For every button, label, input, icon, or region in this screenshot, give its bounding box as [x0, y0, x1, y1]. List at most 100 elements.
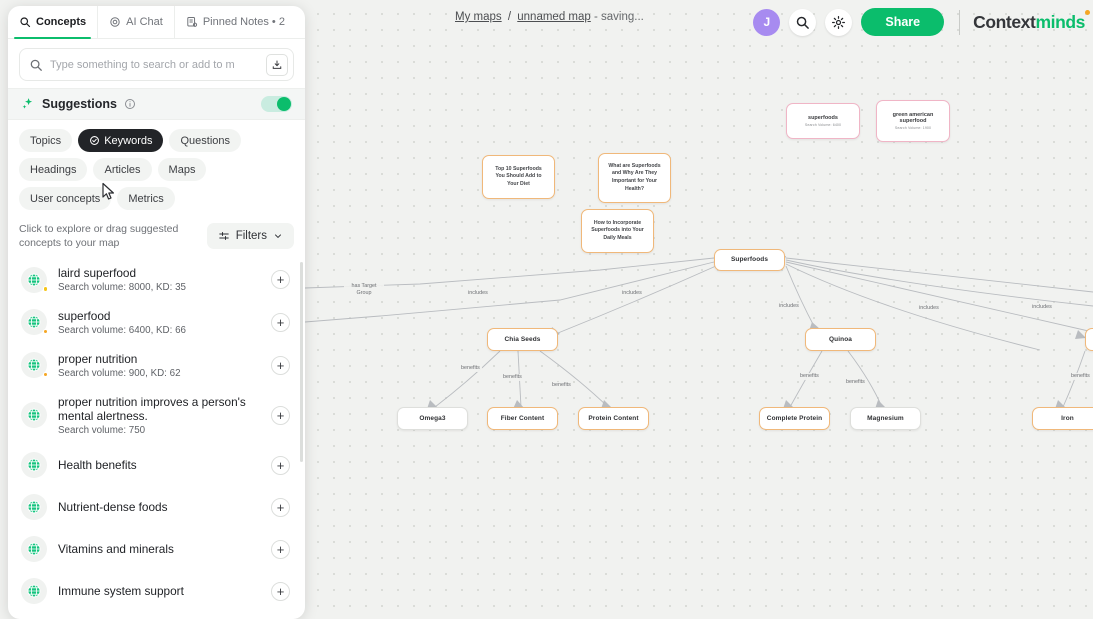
chip-label: Articles	[104, 163, 141, 176]
concept-icon-wrap	[21, 402, 47, 429]
map-node[interactable]: Iron	[1032, 407, 1093, 430]
search-button[interactable]	[789, 8, 817, 36]
concept-list-scrollbar[interactable]	[300, 262, 303, 463]
concept-name: Health benefits	[58, 457, 137, 472]
concept-list-item[interactable]: proper nutrition improves a person's men…	[8, 387, 303, 444]
map-node-label: Iron	[1061, 414, 1074, 422]
globe-icon	[21, 578, 47, 605]
map-node-label: Protein Content	[588, 414, 639, 422]
tab-concepts[interactable]: Concepts	[8, 6, 99, 39]
globe-icon	[21, 536, 47, 563]
concept-list[interactable]: laird superfood Search volume: 8000, KD: …	[8, 258, 305, 619]
concept-list-item[interactable]: Immune system support +	[8, 570, 303, 612]
settings-button[interactable]	[825, 8, 853, 36]
concept-name: superfood	[58, 309, 111, 324]
breadcrumb: My maps / unnamed map - saving...	[455, 11, 644, 23]
concept-body: Immune system support	[58, 584, 260, 599]
check-circle-icon	[90, 136, 100, 145]
map-node-label: Fiber Content	[500, 414, 545, 422]
map-node[interactable]: Complete Protein	[759, 407, 830, 430]
map-node-label: Magnesium	[867, 414, 904, 422]
add-concept-button[interactable]: +	[271, 312, 290, 332]
edge-label: benefits	[798, 373, 821, 380]
tab-ai-chat-label: AI Chat	[126, 16, 163, 28]
keyword-card-title: superfoods	[808, 115, 838, 122]
map-node-label: Superfoods	[730, 256, 769, 264]
add-concept-button[interactable]: +	[271, 355, 290, 375]
concept-name: proper nutrition improves a person's men…	[58, 394, 246, 424]
map-node[interactable]: Omega3	[397, 407, 468, 430]
add-concept-button[interactable]: +	[271, 405, 290, 425]
keyword-card[interactable]: superfoods Search Volume: 6400	[786, 103, 860, 139]
map-node[interactable]	[1085, 328, 1093, 351]
map-node[interactable]: Protein Content	[578, 407, 649, 430]
search-box[interactable]	[19, 48, 294, 81]
map-node[interactable]: Magnesium	[850, 407, 921, 430]
tab-ai-chat[interactable]: AI Chat	[98, 6, 175, 38]
concept-metrics: Search volume: 750	[58, 425, 146, 437]
concept-list-item[interactable]: Vitamins and minerals +	[8, 528, 303, 570]
tab-pinned-notes[interactable]: Pinned Notes • 2	[175, 6, 296, 38]
hint-text: Click to explore or drag suggested conce…	[19, 223, 179, 250]
concept-name: Nutrient-dense foods	[58, 499, 168, 514]
concept-list-item[interactable]: superfood Search volume: 6400, KD: 66 +	[8, 301, 303, 344]
concept-list-item[interactable]: laird superfood Search volume: 8000, KD: …	[8, 258, 303, 301]
search-input[interactable]	[50, 58, 259, 71]
breadcrumb-map-name[interactable]: unnamed map	[517, 11, 591, 23]
add-concept-button[interactable]: +	[271, 270, 290, 290]
add-concept-button[interactable]: +	[271, 581, 290, 601]
edge-label: includes	[620, 290, 644, 297]
article-card[interactable]: What are Superfoods and Why Are They Imp…	[598, 153, 671, 203]
article-card[interactable]: How to Incorporate Superfoods into Your …	[581, 209, 654, 253]
map-node[interactable]: Chia Seeds	[487, 328, 558, 351]
add-concept-button[interactable]: +	[271, 497, 290, 517]
chip-keywords[interactable]: Keywords	[78, 129, 164, 152]
edge-label: benefits	[550, 382, 573, 389]
chip-articles[interactable]: Articles	[93, 158, 152, 181]
concept-body: superfood Search volume: 6400, KD: 66	[58, 309, 260, 336]
chip-metrics[interactable]: Metrics	[117, 187, 175, 210]
breadcrumb-separator: /	[507, 11, 512, 23]
map-node[interactable]: Quinoa	[805, 328, 876, 351]
notification-dot-icon	[1085, 10, 1090, 15]
concept-metrics: Search volume: 6400, KD: 66	[58, 324, 186, 336]
keyword-card[interactable]: green american superfood Search Volume: 1…	[876, 100, 950, 142]
filters-button[interactable]: Filters	[206, 223, 294, 250]
info-icon[interactable]	[124, 98, 136, 110]
concept-name: Vitamins and minerals	[58, 541, 174, 556]
concept-list-item[interactable]: Nutrient-dense foods +	[8, 486, 303, 528]
chip-user-concepts[interactable]: User concepts	[19, 187, 112, 210]
search-icon	[20, 17, 31, 28]
concept-body: Nutrient-dense foods	[58, 500, 260, 515]
suggestions-toggle[interactable]	[261, 96, 292, 112]
concept-list-item[interactable]: balanced diet+	[8, 612, 303, 619]
map-node-label: Omega3	[419, 414, 446, 422]
map-node[interactable]: Fiber Content	[487, 407, 558, 430]
filter-chip-group: Topics Keywords Questions Headings Articles M…	[8, 120, 305, 216]
concept-list-item[interactable]: Health benefits +	[8, 444, 303, 486]
share-button[interactable]: Share	[861, 8, 945, 36]
search-icon	[30, 59, 42, 71]
edge-label: includes	[917, 305, 941, 312]
add-concept-button[interactable]: +	[271, 539, 290, 559]
chip-headings[interactable]: Headings	[19, 158, 88, 181]
edge-label: includes	[466, 290, 490, 297]
concept-list-item[interactable]: proper nutrition Search volume: 900, KD: …	[8, 344, 303, 387]
map-node[interactable]: Superfoods	[714, 249, 785, 271]
chip-topics[interactable]: Topics	[19, 129, 73, 152]
search-section	[8, 39, 305, 88]
panel-tabs: Concepts AI Chat Pinned Notes • 2	[8, 6, 305, 39]
avatar[interactable]: J	[753, 8, 781, 36]
ai-chat-icon	[110, 17, 120, 27]
import-to-map-button[interactable]	[266, 53, 288, 76]
breadcrumb-my-maps[interactable]: My maps	[455, 11, 502, 23]
chip-label: Questions	[180, 134, 231, 147]
chip-maps[interactable]: Maps	[157, 158, 207, 181]
chevron-down-icon	[275, 234, 281, 239]
article-card[interactable]: Top 10 Superfoods You Should Add to Your…	[482, 155, 555, 199]
chip-questions[interactable]: Questions	[169, 129, 242, 152]
article-card-title: Top 10 Superfoods You Should Add to Your…	[495, 165, 542, 187]
add-concept-button[interactable]: +	[271, 455, 290, 475]
concept-metrics: Search volume: 900, KD: 62	[58, 367, 181, 379]
edge-label: benefits	[501, 374, 524, 381]
